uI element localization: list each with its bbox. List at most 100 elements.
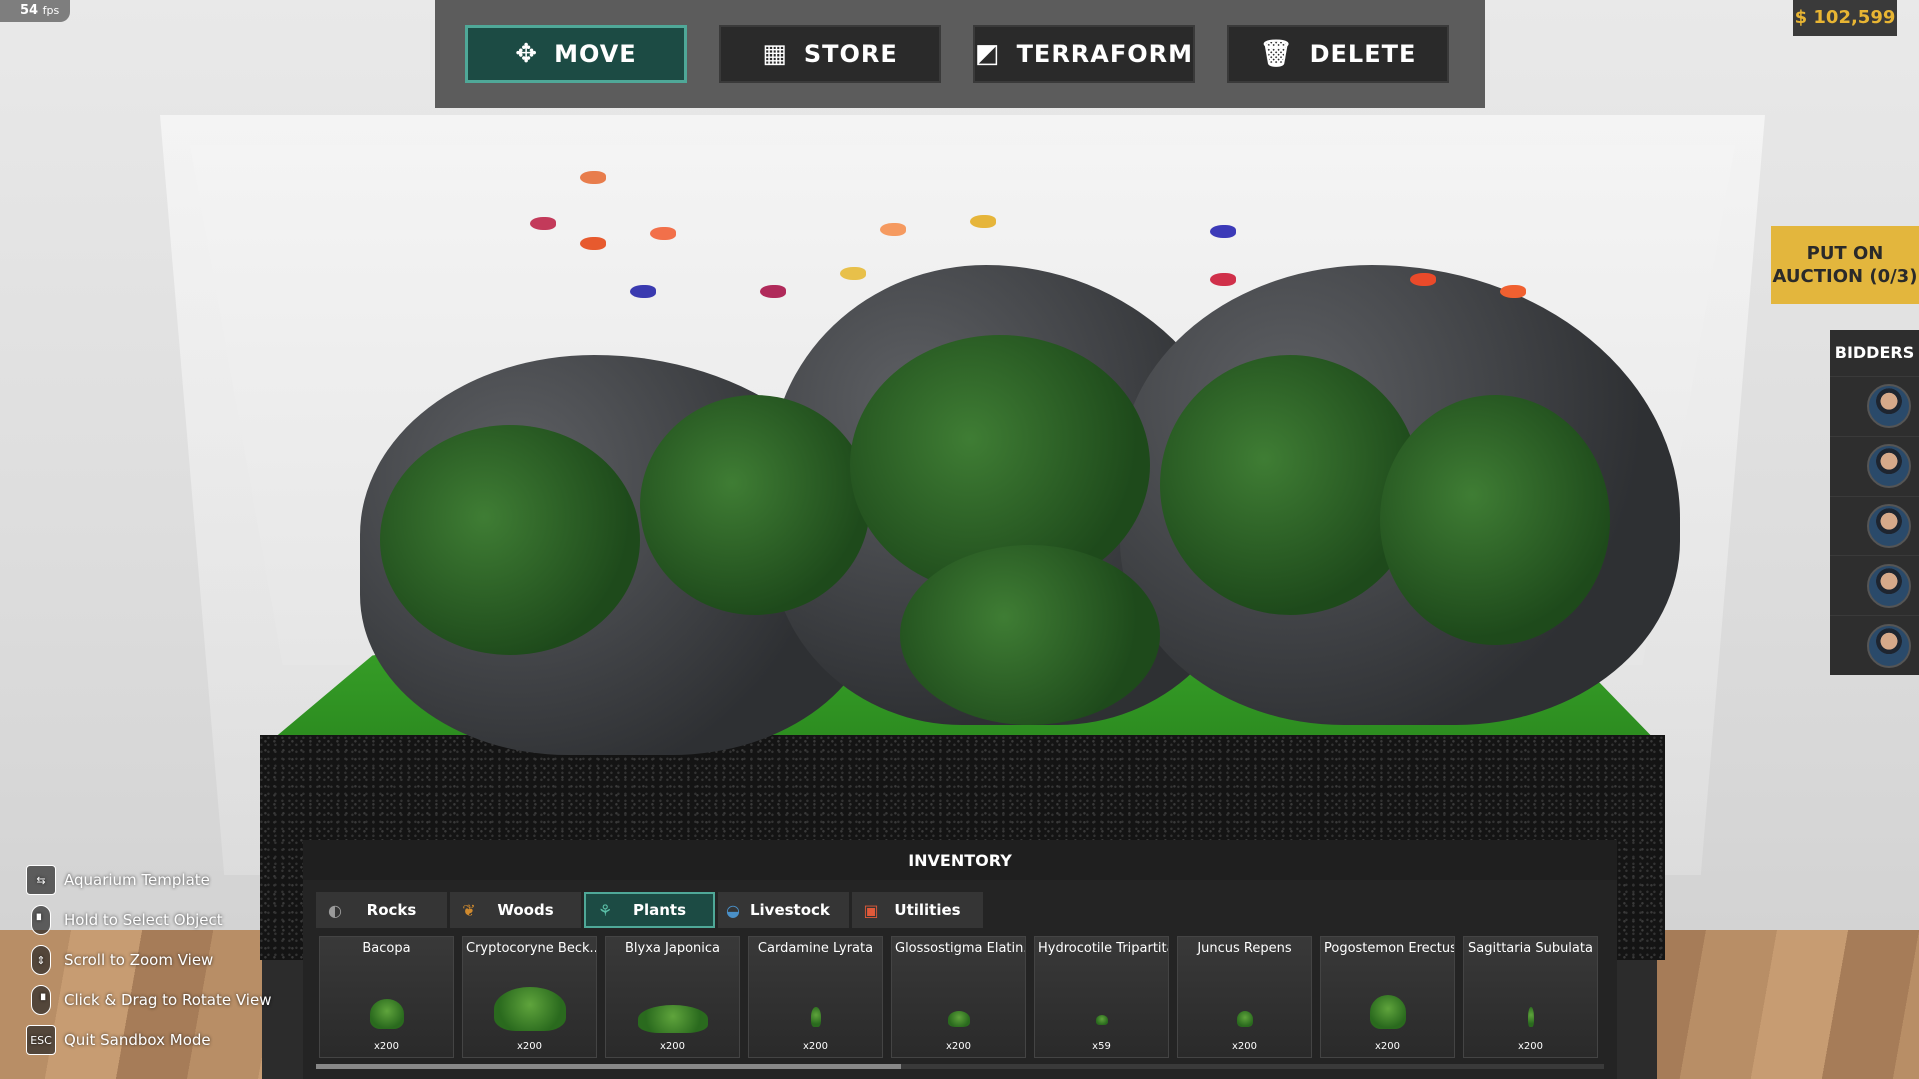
inventory-title: INVENTORY (303, 840, 1617, 880)
inventory-item[interactable]: Blyxa Japonica x200 (605, 936, 740, 1058)
tab-label: Rocks (366, 901, 417, 919)
plant-thumbnail (1095, 1015, 1108, 1025)
item-name: Pogostemon Erectus (1324, 941, 1454, 956)
terraform-button[interactable]: ◩ TERRAFORM (973, 25, 1195, 83)
fish[interactable] (1210, 273, 1236, 286)
item-name: Cardamine Lyrata (757, 941, 874, 956)
plant-thumbnail (1527, 1007, 1534, 1027)
plant-thumbnail (1369, 995, 1406, 1029)
bidder-avatar (1867, 444, 1911, 489)
bidder-avatar (1867, 623, 1911, 668)
hint-rotate-view: ▝ Click & Drag to Rotate View (26, 980, 286, 1020)
plant-icon: ⚘ (597, 900, 613, 920)
inventory-scrollbar[interactable] (316, 1064, 1604, 1069)
store-label: STORE (803, 40, 898, 68)
plant-thumbnail (810, 1007, 821, 1027)
inventory-item[interactable]: Glossostigma Elatin... x200 (891, 936, 1026, 1058)
item-quantity: x200 (945, 1041, 971, 1052)
auction-label-line1: PUT ON (1806, 243, 1884, 264)
fish-icon: ◒ (726, 900, 740, 920)
item-name: Cryptocoryne Beck... (466, 941, 596, 956)
fish[interactable] (1500, 285, 1526, 298)
delete-button[interactable]: 🗑 DELETE (1227, 25, 1449, 83)
bidder-slot[interactable] (1830, 435, 1919, 496)
bidder-slot[interactable] (1830, 615, 1919, 675)
auction-label-line2: AUCTION (0/3) (1772, 266, 1918, 287)
aquarium-tank[interactable] (160, 95, 1765, 960)
item-quantity: x200 (373, 1041, 399, 1052)
bidder-slot[interactable] (1830, 376, 1919, 436)
mouse-left-icon: ▘ (31, 905, 51, 935)
utility-icon: ▣ (863, 900, 879, 920)
fps-unit: fps (42, 4, 60, 17)
inventory-item[interactable]: Hydrocotile Tripartita x59 (1034, 936, 1169, 1058)
item-name: Glossostigma Elatin... (895, 941, 1025, 956)
mouse-right-icon: ▝ (31, 985, 51, 1015)
put-on-auction-button[interactable]: PUT ON AUCTION (0/3) (1771, 226, 1919, 304)
item-name: Hydrocotile Tripartita (1038, 941, 1168, 956)
tab-livestock[interactable]: ◒ Livestock (718, 892, 849, 928)
tab-plants[interactable]: ⚘ Plants (584, 892, 715, 928)
plant-thumbnail (493, 987, 566, 1031)
fish[interactable] (840, 267, 866, 280)
hint-aquarium-template[interactable]: ⇆ Aquarium Template (26, 860, 286, 900)
bidder-slot[interactable] (1830, 495, 1919, 556)
tab-label: Woods (497, 901, 554, 919)
item-name: Blyxa Japonica (625, 941, 720, 956)
hint-text: Scroll to Zoom View (64, 951, 214, 969)
inventory-item[interactable]: Bacopa x200 (319, 936, 454, 1058)
fish[interactable] (760, 285, 786, 298)
fish[interactable] (580, 237, 606, 250)
wood-icon: ❦ (462, 900, 476, 920)
fish[interactable] (970, 215, 996, 228)
template-icon: ⇆ (26, 865, 56, 895)
fish[interactable] (630, 285, 656, 298)
move-label: MOVE (554, 40, 637, 68)
delete-label: DELETE (1309, 40, 1417, 68)
fish[interactable] (580, 171, 606, 184)
item-quantity: x200 (802, 1041, 828, 1052)
inventory-tabs: ◐ Rocks ❦ Woods ⚘ Plants ◒ Livestock ▣ U… (303, 880, 1617, 934)
plant-clump[interactable] (380, 425, 640, 655)
fish[interactable] (1210, 225, 1236, 238)
plant-clump[interactable] (1380, 395, 1610, 645)
tab-label: Livestock (749, 901, 830, 919)
plant-clump[interactable] (1160, 355, 1420, 615)
item-name: Sagittaria Subulata (1468, 941, 1593, 956)
tab-label: Utilities (894, 901, 961, 919)
inventory-item[interactable]: Pogostemon Erectus x200 (1320, 936, 1455, 1058)
item-name: Bacopa (362, 941, 411, 956)
control-hints: ⇆ Aquarium Template ▘ Hold to Select Obj… (26, 860, 286, 1060)
fish[interactable] (880, 223, 906, 236)
bidder-slot[interactable] (1830, 555, 1919, 615)
inventory-item[interactable]: Cryptocoryne Beck... x200 (462, 936, 597, 1058)
esc-key-icon: ESC (26, 1025, 56, 1055)
hint-zoom-view: ⇕ Scroll to Zoom View (26, 940, 286, 980)
store-button[interactable]: ▦ STORE (719, 25, 941, 83)
fish[interactable] (530, 217, 556, 230)
plant-clump[interactable] (900, 545, 1160, 725)
inventory-panel: INVENTORY ◐ Rocks ❦ Woods ⚘ Plants ◒ Liv… (303, 840, 1617, 1079)
tab-woods[interactable]: ❦ Woods (450, 892, 581, 928)
fps-counter: 54 fps (0, 0, 70, 22)
fish[interactable] (1410, 273, 1436, 286)
inventory-item[interactable]: Cardamine Lyrata x200 (748, 936, 883, 1058)
money-display: $ 102,599 (1793, 0, 1897, 36)
inventory-item[interactable]: Juncus Repens x200 (1177, 936, 1312, 1058)
scrollbar-thumb[interactable] (316, 1064, 901, 1069)
plant-thumbnail (947, 1011, 970, 1027)
tab-utilities[interactable]: ▣ Utilities (852, 892, 983, 928)
move-button[interactable]: ✥ MOVE (465, 25, 687, 83)
bidder-avatar (1867, 563, 1911, 608)
terraform-label: TERRAFORM (1016, 40, 1194, 68)
plant-thumbnail (1236, 1011, 1253, 1027)
mode-toolbar: ✥ MOVE ▦ STORE ◩ TERRAFORM 🗑 DELETE (435, 0, 1485, 108)
item-quantity: x59 (1092, 1041, 1111, 1052)
plant-clump[interactable] (640, 395, 870, 615)
inventory-item[interactable]: Sagittaria Subulata x200 (1463, 936, 1598, 1058)
fps-value: 54 (20, 3, 39, 18)
hint-select-object: ▘ Hold to Select Object (26, 900, 286, 940)
hint-quit-sandbox[interactable]: ESC Quit Sandbox Mode (26, 1020, 286, 1060)
tab-rocks[interactable]: ◐ Rocks (316, 892, 447, 928)
fish[interactable] (650, 227, 676, 240)
